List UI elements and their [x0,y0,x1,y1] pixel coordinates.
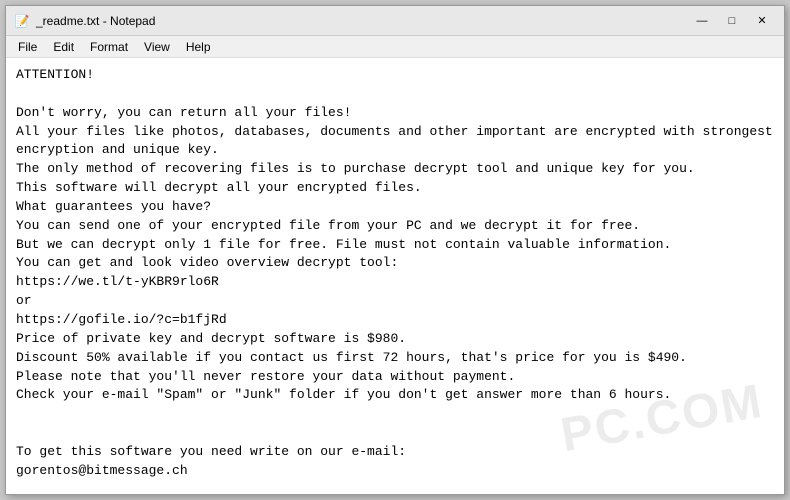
text-line: gorentos@bitmessage.ch [16,462,774,481]
menu-file[interactable]: File [10,38,45,56]
text-line: What guarantees you have? [16,198,774,217]
text-line: Check your e-mail "Spam" or "Junk" folde… [16,386,774,405]
text-line [16,424,774,443]
text-line: ATTENTION! [16,66,774,85]
menu-view[interactable]: View [136,38,178,56]
text-line: All your files like photos, databases, d… [16,123,774,142]
title-bar: 📝 _readme.txt - Notepad — □ ✕ [6,6,784,36]
text-line: Don't worry, you can return all your fil… [16,104,774,123]
menu-format[interactable]: Format [82,38,136,56]
text-line: But we can decrypt only 1 file for free.… [16,236,774,255]
maximize-button[interactable]: □ [718,10,746,32]
text-line: https://we.tl/t-yKBR9rlo6R [16,273,774,292]
text-line: You can get and look video overview decr… [16,254,774,273]
window-title: _readme.txt - Notepad [36,14,688,28]
text-line: You can send one of your encrypted file … [16,217,774,236]
text-line: encryption and unique key. [16,141,774,160]
text-line: or [16,292,774,311]
app-icon: 📝 [14,13,30,29]
menu-bar: File Edit Format View Help [6,36,784,58]
minimize-button[interactable]: — [688,10,716,32]
text-line: Discount 50% available if you contact us… [16,349,774,368]
text-line [16,405,774,424]
close-button[interactable]: ✕ [748,10,776,32]
text-line: To get this software you need write on o… [16,443,774,462]
text-line: This software will decrypt all your encr… [16,179,774,198]
text-line: The only method of recovering files is t… [16,160,774,179]
window-controls: — □ ✕ [688,10,776,32]
text-line: https://gofile.io/?c=b1fjRd [16,311,774,330]
notepad-window: 📝 _readme.txt - Notepad — □ ✕ File Edit … [5,5,785,495]
menu-edit[interactable]: Edit [45,38,82,56]
text-line: Please note that you'll never restore yo… [16,368,774,387]
text-content[interactable]: ATTENTION! Don't worry, you can return a… [6,58,784,494]
text-line [16,481,774,494]
menu-help[interactable]: Help [178,38,219,56]
text-line [16,85,774,104]
text-line: Price of private key and decrypt softwar… [16,330,774,349]
